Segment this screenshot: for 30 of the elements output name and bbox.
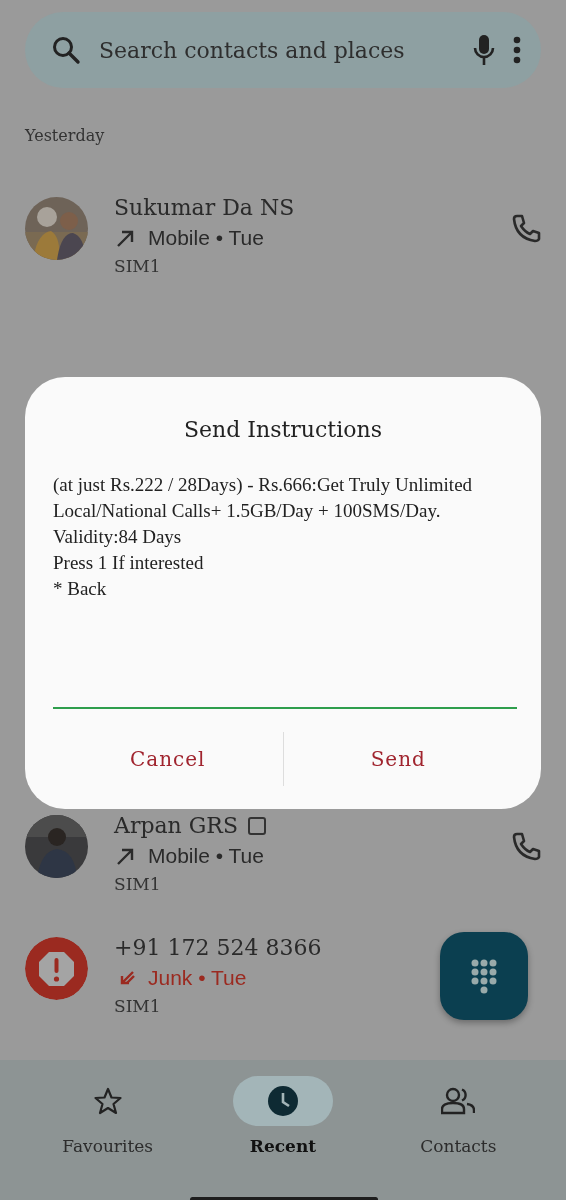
message-line: * Back: [53, 577, 107, 601]
call-detail: Mobile • Tue: [148, 844, 264, 868]
clock-icon: [267, 1085, 299, 1117]
phone-call-icon[interactable]: [511, 831, 541, 861]
contact-name: Sukumar Da NS: [114, 195, 295, 220]
dialog-title: Send Instructions: [184, 417, 382, 442]
microphone-icon[interactable]: [473, 34, 495, 66]
sim-label: SIM1: [114, 874, 161, 894]
sim-label: SIM1: [114, 256, 161, 276]
contact-name: Arpan GRS: [114, 813, 238, 838]
sim-label: SIM1: [114, 996, 161, 1016]
spam-icon: [25, 937, 88, 1000]
message-line: Press 1 If interested: [53, 551, 204, 575]
contact-name: +91 172 524 8366: [114, 935, 322, 960]
phone-call-icon[interactable]: [511, 213, 541, 243]
call-detail: Mobile • Tue: [148, 226, 264, 250]
search-icon[interactable]: [51, 35, 81, 65]
cancel-button[interactable]: Cancel: [53, 724, 283, 794]
dialpad-button[interactable]: [440, 932, 528, 1020]
send-button[interactable]: Send: [283, 724, 513, 794]
people-icon: [441, 1086, 476, 1116]
section-label: Yesterday: [25, 126, 106, 145]
call-detail: Junk • Tue: [148, 966, 247, 990]
star-icon: [92, 1086, 123, 1116]
more-options-icon[interactable]: [513, 36, 521, 64]
dialpad-icon: [471, 958, 497, 994]
nav-tab[interactable]: Contacts: [383, 1076, 534, 1200]
nav-tab[interactable]: Recent: [208, 1076, 358, 1200]
nav-tab[interactable]: Favourites: [32, 1076, 183, 1200]
message-line: (at just Rs.222 / 28Days) - Rs.666:Get Truly Unlimited Local/National Calls+ 1.5GB/Day + 100SMS/Day. Validity:84 Days: [53, 473, 474, 549]
